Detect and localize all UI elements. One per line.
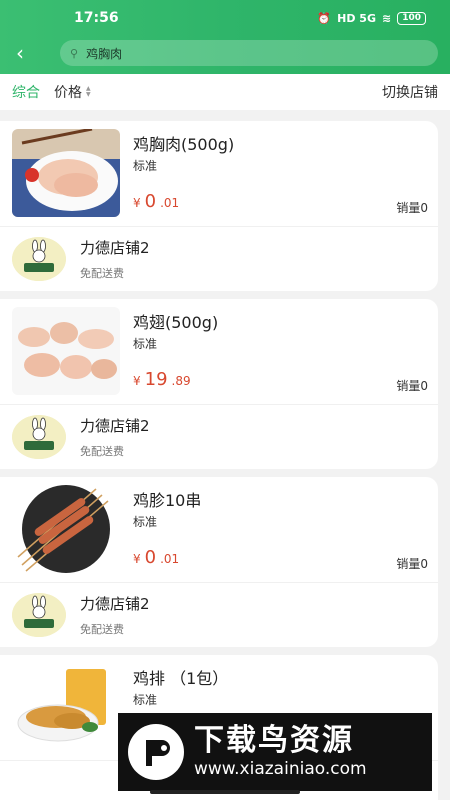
watermark-logo-icon [128, 724, 184, 780]
product-name: 鸡胸肉(500g) [133, 135, 235, 154]
store-name: 力德店铺2 [80, 239, 150, 257]
price-currency: ¥ [133, 374, 141, 388]
filter-price[interactable]: 价格 ▲ ▼ [54, 82, 91, 102]
alarm-icon: ⏰ [317, 11, 332, 25]
switch-store-button[interactable]: 切换店铺 [382, 82, 438, 102]
store-row[interactable]: 力德店铺2 免配送费 [0, 227, 438, 291]
product-card[interactable]: 鸡胗10串 标准 ¥ 0 .01 销量0 力德店铺2 免配送费 [0, 477, 438, 647]
price-currency: ¥ [133, 196, 141, 210]
price-integer: 0 [144, 547, 157, 568]
store-row[interactable]: 力德店铺2 免配送费 [0, 405, 438, 469]
product-price: ¥ 0 .01 [133, 547, 179, 568]
product-card[interactable]: 鸡翅(500g) 标准 ¥ 19 .89 销量0 力德店铺2 免配送费 [0, 299, 438, 469]
filter-price-label: 价格 [54, 85, 82, 101]
store-row[interactable]: 力德店铺2 免配送费 [0, 583, 438, 647]
product-row[interactable]: 鸡胗10串 标准 ¥ 0 .01 销量0 [0, 477, 438, 583]
product-row[interactable]: 鸡翅(500g) 标准 ¥ 19 .89 销量0 [0, 299, 438, 405]
wifi-icon: ≋ [381, 11, 392, 25]
search-icon: ⚲ [70, 46, 79, 60]
status-icons: ⏰ HD 5G ≋ 100 [317, 11, 426, 25]
store-delivery-tag: 免配送费 [80, 445, 124, 458]
product-name: 鸡翅(500g) [133, 313, 219, 332]
product-row[interactable]: 鸡胸肉(500g) 标准 ¥ 0 .01 销量0 [0, 121, 438, 227]
product-spec: 标准 [133, 693, 158, 707]
price-integer: 19 [144, 369, 168, 390]
price-decimal: .01 [160, 552, 180, 566]
product-list: 鸡胸肉(500g) 标准 ¥ 0 .01 销量0 力德店铺2 免配送费 鸡翅(5… [0, 121, 450, 800]
product-spec: 标准 [133, 159, 158, 173]
status-time: 17:56 [74, 10, 119, 26]
store-delivery-tag: 免配送费 [80, 267, 124, 280]
filter-bar: 综合 价格 ▲ ▼ 切换店铺 [0, 74, 450, 110]
status-bar: 17:56 ⏰ HD 5G ≋ 100 [0, 0, 450, 36]
filter-comprehensive[interactable]: 综合 [12, 82, 40, 102]
product-spec: 标准 [133, 515, 158, 529]
watermark-title: 下载鸟资源 [194, 723, 354, 758]
watermark-url: www.xiazainiao.com [194, 759, 367, 779]
product-name: 鸡胗10串 [133, 491, 202, 510]
product-price: ¥ 0 .01 [133, 191, 179, 212]
product-image [12, 307, 120, 395]
store-name: 力德店铺2 [80, 417, 150, 435]
price-integer: 0 [144, 191, 157, 212]
store-logo-icon [12, 237, 66, 281]
signal-icon: HD 5G [337, 11, 376, 25]
product-image [12, 663, 120, 751]
price-decimal: .89 [171, 374, 191, 388]
sort-arrows-icon: ▲ ▼ [86, 85, 91, 98]
store-delivery-tag: 免配送费 [80, 623, 124, 636]
back-arrow-icon[interactable]: ‹ [16, 41, 50, 65]
product-spec: 标准 [133, 337, 158, 351]
product-name: 鸡排 （1包） [133, 669, 229, 688]
product-sales: 销量0 [396, 379, 428, 393]
store-name: 力德店铺2 [80, 595, 150, 613]
product-sales: 销量0 [396, 201, 428, 215]
price-currency: ¥ [133, 552, 141, 566]
battery-icon: 100 [397, 11, 426, 25]
store-logo-icon [12, 593, 66, 637]
search-query: 鸡胸肉 [86, 46, 123, 61]
product-card[interactable]: 鸡胸肉(500g) 标准 ¥ 0 .01 销量0 力德店铺2 免配送费 [0, 121, 438, 291]
product-image [12, 485, 120, 573]
product-price: ¥ 19 .89 [133, 369, 191, 390]
search-input[interactable]: ⚲ 鸡胸肉 [60, 40, 438, 66]
app-header: 17:56 ⏰ HD 5G ≋ 100 ‹ ⚲ 鸡胸肉 [0, 0, 450, 74]
price-decimal: .01 [160, 196, 180, 210]
product-sales: 销量0 [396, 557, 428, 571]
product-image [12, 129, 120, 217]
watermark-banner: 下载鸟资源 www.xiazainiao.com [118, 713, 432, 791]
store-logo-icon [12, 415, 66, 459]
home-indicator [150, 790, 300, 794]
